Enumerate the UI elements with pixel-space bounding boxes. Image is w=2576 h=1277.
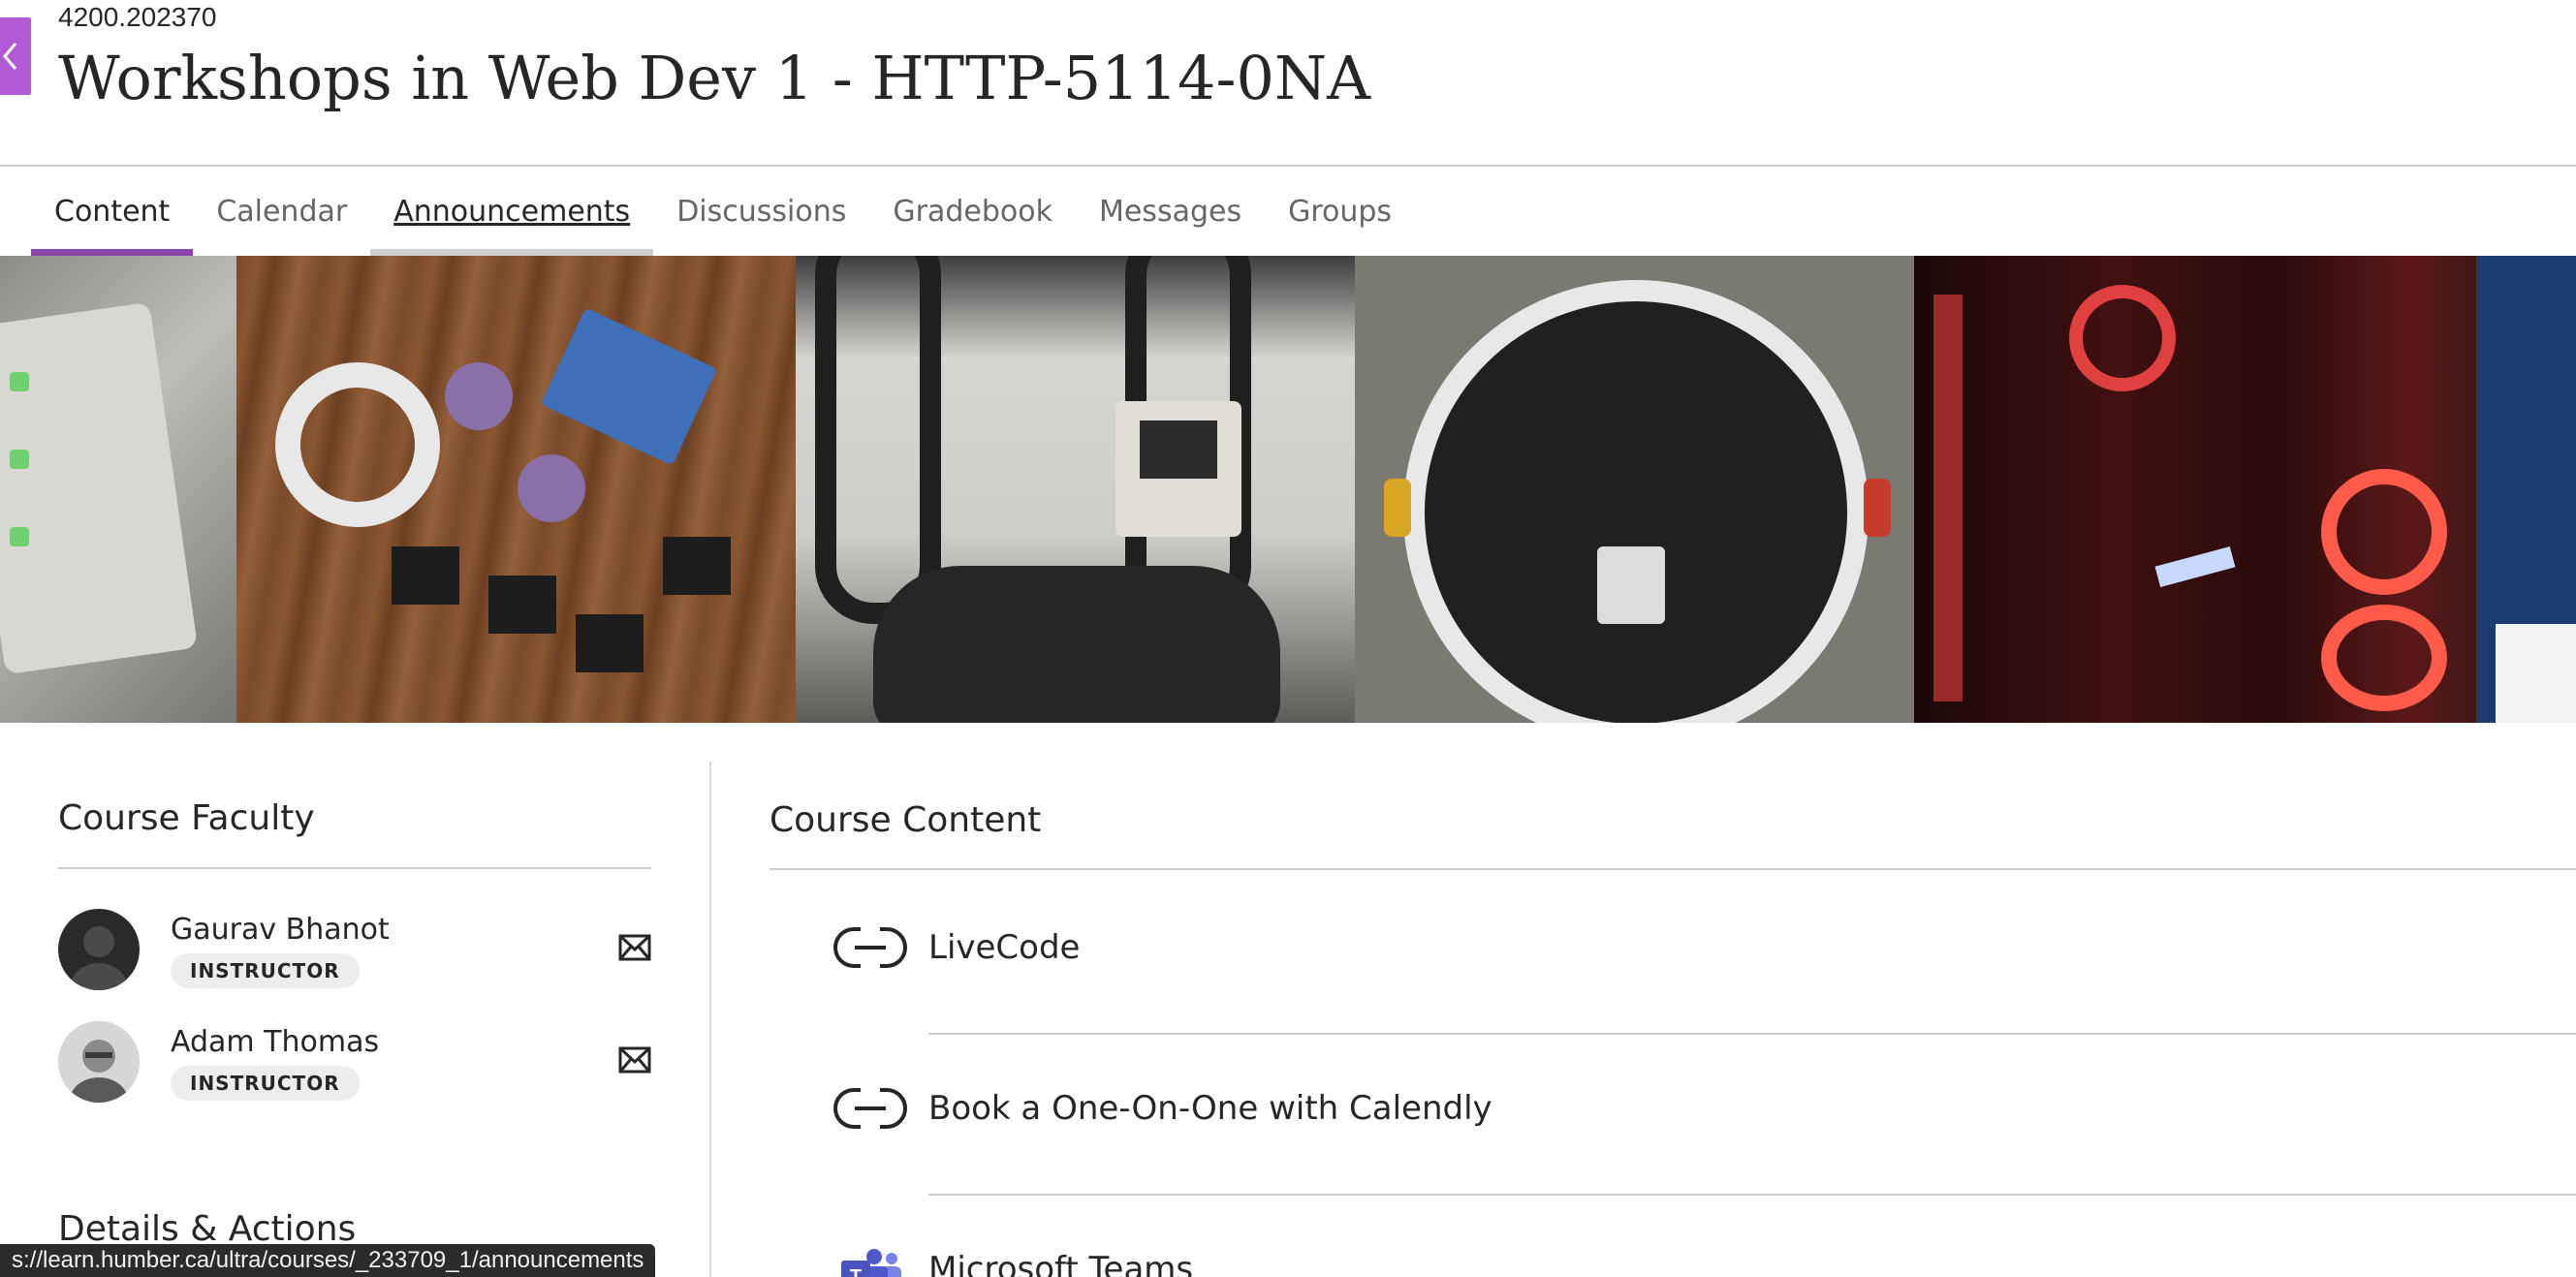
role-badge: INSTRUCTOR <box>171 1066 360 1101</box>
faculty-member: Gaurav Bhanot INSTRUCTOR <box>58 909 651 996</box>
content-item-label: LiveCode <box>928 928 1081 967</box>
person-silhouette-icon <box>70 926 128 990</box>
tab-groups[interactable]: Groups <box>1265 167 1415 256</box>
person-photo-icon <box>58 1021 140 1103</box>
chevron-left-icon <box>3 43 17 70</box>
course-banner-image <box>0 256 2576 723</box>
content-divider <box>770 868 2576 870</box>
tab-announcements[interactable]: Announcements <box>370 167 654 256</box>
details-actions-title: Details & Actions <box>58 1209 357 1249</box>
course-title: Workshops in Web Dev 1 - HTTP-5114-0NA <box>58 43 1370 113</box>
avatar <box>58 1021 140 1103</box>
close-course-button[interactable] <box>0 17 31 95</box>
course-content-title: Course Content <box>770 800 1042 840</box>
banner-photo-sensors <box>236 256 796 723</box>
faculty-member: Adam Thomas INSTRUCTOR <box>58 1021 651 1108</box>
tab-calendar[interactable]: Calendar <box>193 167 370 256</box>
content-item-label: Microsoft Teams <box>928 1250 1194 1277</box>
course-id: 4200.202370 <box>58 2 217 32</box>
banner-photo-robot-bricks <box>0 256 236 723</box>
faculty-divider <box>58 867 651 869</box>
content-item-livecode[interactable]: LiveCode <box>832 909 2576 986</box>
content-item-calendly[interactable]: Book a One-On-One with Calendly <box>832 1070 2576 1147</box>
banner-photo-sumo-ring <box>1355 256 1914 723</box>
link-status-bar: s://learn.humber.ca/ultra/courses/_23370… <box>0 1244 656 1277</box>
banner-photo-pc-internals <box>1914 256 2576 723</box>
tab-discussions[interactable]: Discussions <box>653 167 869 256</box>
content-item-label: Book a One-On-One with Calendly <box>928 1089 1492 1128</box>
mail-icon[interactable] <box>618 934 651 961</box>
link-icon <box>833 923 907 972</box>
tab-messages[interactable]: Messages <box>1076 167 1265 256</box>
mail-icon[interactable] <box>618 1046 651 1074</box>
role-badge: INSTRUCTOR <box>171 953 360 988</box>
content-item-microsoft-teams[interactable]: T Microsoft Teams <box>832 1230 2576 1277</box>
faculty-name[interactable]: Gaurav Bhanot <box>171 913 390 947</box>
svg-text:T: T <box>850 1266 862 1277</box>
faculty-name[interactable]: Adam Thomas <box>171 1025 379 1059</box>
banner-photo-controller <box>796 256 1355 723</box>
column-divider <box>709 762 711 1277</box>
item-divider <box>928 1033 2576 1035</box>
avatar <box>58 909 140 990</box>
course-faculty-title: Course Faculty <box>58 798 315 838</box>
course-tabs: Content Calendar Announcements Discussio… <box>31 167 1415 256</box>
tab-content[interactable]: Content <box>31 167 194 256</box>
item-divider <box>928 1194 2576 1196</box>
link-icon <box>833 1084 907 1133</box>
tab-gradebook[interactable]: Gradebook <box>869 167 1076 256</box>
teams-icon: T <box>841 1249 901 1277</box>
